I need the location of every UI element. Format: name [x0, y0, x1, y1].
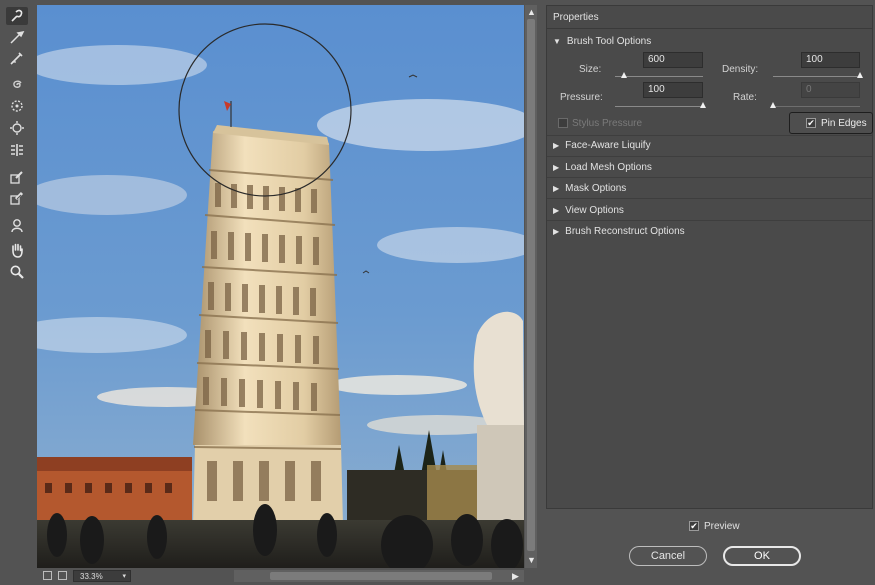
triangle-down-icon: ▼ — [553, 36, 561, 46]
cancel-button[interactable]: Cancel — [629, 546, 707, 566]
pressure-label: Pressure: — [560, 92, 603, 103]
section-brush-tool-options[interactable]: ▼ Brush Tool Options — [553, 31, 651, 51]
triangle-right-icon: ▶ — [553, 205, 560, 215]
ok-button[interactable]: OK — [723, 546, 801, 566]
section-face-aware-liquify[interactable]: ▶ Face-Aware Liquify — [553, 135, 651, 155]
scroll-right-arrow-icon[interactable]: ▶ — [512, 571, 519, 581]
rate-label: Rate: — [733, 92, 757, 103]
bloat-tool-icon[interactable] — [6, 119, 28, 137]
zoom-in-icon[interactable] — [58, 571, 67, 580]
divider — [547, 198, 872, 199]
hand-tool-icon[interactable] — [6, 241, 28, 259]
pressure-slider-knob[interactable] — [700, 102, 706, 108]
triangle-right-icon: ▶ — [553, 162, 560, 172]
forward-warp-tool-icon[interactable] — [6, 7, 28, 25]
stylus-pressure-label: Stylus Pressure — [572, 118, 643, 129]
preview-checkbox[interactable]: ✔ — [689, 521, 699, 531]
section-label: Brush Tool Options — [566, 35, 652, 47]
section-label: Load Mesh Options — [565, 161, 652, 173]
section-mask-options[interactable]: ▶ Mask Options — [553, 178, 626, 198]
divider — [547, 28, 872, 29]
properties-panel: Properties ▼ Brush Tool Options — [546, 5, 873, 509]
section-label: Mask Options — [565, 182, 627, 194]
section-label: Face-Aware Liquify — [565, 139, 651, 151]
rate-slider-knob[interactable] — [770, 102, 776, 108]
horizontal-scrollbar[interactable] — [234, 570, 524, 582]
triangle-right-icon: ▶ — [553, 140, 560, 150]
pin-edges-label: Pin Edges — [821, 118, 867, 129]
section-label: Brush Reconstruct Options — [565, 225, 685, 237]
pressure-slider[interactable] — [615, 106, 703, 107]
scroll-up-arrow-icon[interactable]: ▲ — [527, 7, 536, 17]
section-label: View Options — [565, 204, 624, 216]
face-tool-icon[interactable] — [6, 216, 28, 234]
vertical-scroll-thumb[interactable] — [527, 19, 535, 551]
pressure-field[interactable]: 100 — [643, 82, 703, 98]
freeze-mask-tool-icon[interactable] — [6, 168, 28, 186]
reconstruct-tool-icon[interactable] — [6, 28, 28, 46]
rate-field[interactable]: 0 — [801, 82, 860, 98]
fit-screen-icon[interactable] — [43, 571, 52, 580]
horizontal-scroll-thumb[interactable] — [270, 572, 492, 580]
image-canvas[interactable] — [37, 5, 524, 568]
preview-label: Preview — [704, 521, 740, 532]
chevron-down-icon: ▾ — [122, 573, 126, 580]
density-slider[interactable] — [773, 76, 860, 77]
panel-title: Properties — [553, 12, 599, 23]
pucker-tool-icon[interactable] — [6, 97, 28, 115]
vertical-scrollbar[interactable]: ▲ ▼ — [525, 5, 537, 568]
size-field[interactable]: 600 — [643, 52, 703, 68]
thaw-mask-tool-icon[interactable] — [6, 189, 28, 207]
stylus-pressure-checkbox[interactable] — [558, 118, 568, 128]
scroll-down-arrow-icon[interactable]: ▼ — [527, 555, 536, 565]
zoom-value: 33.3% — [80, 571, 103, 581]
push-left-tool-icon[interactable] — [6, 141, 28, 159]
triangle-right-icon: ▶ — [553, 183, 560, 193]
density-field[interactable]: 100 — [801, 52, 860, 68]
size-slider[interactable] — [615, 76, 703, 77]
liquify-toolbar — [0, 0, 34, 585]
leaning-tower-photo — [37, 5, 524, 568]
size-slider-knob[interactable] — [620, 72, 627, 78]
density-label: Density: — [722, 64, 759, 75]
twirl-clockwise-tool-icon[interactable] — [6, 76, 28, 94]
rate-slider[interactable] — [773, 106, 860, 107]
smooth-tool-icon[interactable] — [6, 49, 28, 67]
zoom-tool-icon[interactable] — [6, 263, 28, 281]
size-label: Size: — [579, 64, 602, 75]
density-slider-knob[interactable] — [857, 72, 863, 78]
triangle-right-icon: ▶ — [553, 226, 560, 236]
pin-edges-checkbox[interactable]: ✔ — [806, 118, 816, 128]
section-load-mesh-options[interactable]: ▶ Load Mesh Options — [553, 157, 652, 177]
section-view-options[interactable]: ▶ View Options — [553, 200, 624, 220]
section-brush-reconstruct-options[interactable]: ▶ Brush Reconstruct Options — [553, 221, 685, 241]
zoom-level-field[interactable]: 33.3% ▾ — [73, 570, 131, 582]
